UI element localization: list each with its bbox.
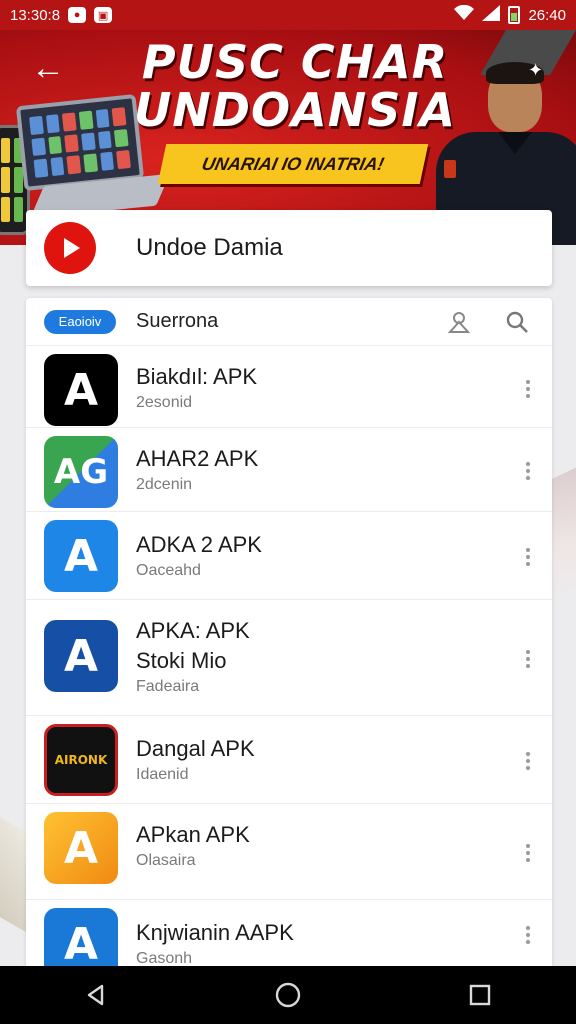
app-list-card: Eaoioiv Suerrona A Biakdıl: APK 2esonid … bbox=[26, 298, 552, 966]
app-row[interactable]: A APkan APK Olasaira bbox=[26, 804, 552, 900]
app-row[interactable]: A Knjwianin AAPK Gasonh bbox=[26, 900, 552, 966]
app-row[interactable]: AIRONK Dangal APK Idaenid bbox=[26, 716, 552, 804]
list-toolbar: Eaoioiv Suerrona bbox=[26, 298, 552, 346]
battery-text: 26:40 bbox=[528, 6, 566, 24]
app-subtitle: Olasaira bbox=[136, 852, 196, 869]
app-row[interactable]: A APKA: APK Stoki Mio Fadeaira bbox=[26, 600, 552, 716]
app-title: Biakdıl: APK bbox=[136, 364, 258, 389]
list-section-label: Suerrona bbox=[136, 310, 219, 332]
more-options-icon[interactable] bbox=[520, 376, 536, 402]
app-icon: AIRONK bbox=[44, 724, 118, 796]
more-options-icon[interactable] bbox=[520, 840, 536, 866]
app-subtitle: Gasonh bbox=[136, 950, 193, 966]
star-icon: ✦ bbox=[528, 60, 544, 80]
app-icon: A bbox=[44, 812, 118, 884]
app-title-line2: Stoki Mio bbox=[136, 648, 227, 673]
more-options-icon[interactable] bbox=[520, 646, 536, 672]
app-title: Knjwianin AAPK bbox=[136, 920, 294, 945]
filter-chip[interactable]: Eaoioiv bbox=[44, 309, 116, 334]
back-nav-icon[interactable] bbox=[76, 975, 116, 1015]
app-row[interactable]: A ADKA 2 APK Oaceahd bbox=[26, 512, 552, 600]
laptop-illustration bbox=[15, 93, 145, 192]
app-title: APkan APK bbox=[136, 822, 250, 847]
search-icon[interactable] bbox=[504, 309, 530, 335]
banner-ribbon: UNARIAI IO INATRIA! bbox=[157, 144, 429, 184]
person-icon[interactable] bbox=[446, 309, 472, 335]
app-icon-glyph: AG bbox=[53, 452, 109, 492]
app-icon: A bbox=[44, 520, 118, 592]
app-icon-glyph: A bbox=[63, 530, 99, 582]
app-row[interactable]: A Biakdıl: APK 2esonid bbox=[26, 346, 552, 428]
back-arrow-icon[interactable]: ← bbox=[30, 50, 66, 86]
more-options-icon[interactable] bbox=[520, 544, 536, 570]
app-subtitle: Fadeaira bbox=[136, 678, 200, 695]
app-row[interactable]: AG AHAR2 APK 2dcenin bbox=[26, 428, 552, 512]
banner-title: PUSC CHAR UNDOANSIA bbox=[130, 38, 460, 134]
app-icon-glyph: A bbox=[63, 918, 99, 967]
app-subtitle: Oaceahd bbox=[136, 562, 201, 579]
battery-icon bbox=[508, 6, 521, 24]
channel-title: Undoe Damia bbox=[136, 234, 283, 261]
app-subtitle: 2dcenin bbox=[136, 476, 193, 493]
app-icon: A bbox=[44, 908, 118, 966]
app-icon: A bbox=[44, 354, 118, 426]
recents-nav-icon[interactable] bbox=[460, 975, 500, 1015]
app-title: APKA: APK bbox=[136, 618, 250, 643]
app-icon-glyph: A bbox=[63, 822, 99, 874]
more-options-icon[interactable] bbox=[520, 922, 536, 948]
banner-title-line2: UNDOANSIA bbox=[133, 83, 457, 137]
more-options-icon[interactable] bbox=[520, 458, 536, 484]
system-nav-bar bbox=[0, 966, 576, 1024]
app-title: Dangal APK bbox=[136, 736, 255, 761]
wifi-icon bbox=[454, 4, 475, 25]
status-time: 13:30:8 bbox=[10, 6, 61, 24]
signal-icon bbox=[482, 5, 501, 25]
app-subtitle: Idaenid bbox=[136, 766, 189, 783]
banner-title-line1: PUSC CHAR bbox=[141, 35, 449, 89]
channel-header: Undoe Damia bbox=[26, 210, 552, 286]
app-title: AHAR2 APK bbox=[136, 446, 259, 471]
app-icon-glyph: A bbox=[63, 630, 99, 682]
app-icon: AG bbox=[44, 436, 118, 508]
app-title: ADKA 2 APK bbox=[136, 532, 262, 557]
filter-chip-label: Eaoioiv bbox=[58, 314, 102, 329]
app-subtitle: 2esonid bbox=[136, 394, 193, 411]
app-icon-glyph: AIRONK bbox=[54, 753, 108, 767]
home-nav-icon[interactable] bbox=[268, 975, 308, 1015]
app-icon-glyph: A bbox=[63, 364, 99, 416]
app-icon: A bbox=[44, 620, 118, 692]
play-logo-icon bbox=[44, 222, 96, 274]
app-notification-icon: ▣ bbox=[94, 7, 113, 23]
more-options-icon[interactable] bbox=[520, 748, 536, 774]
status-bar: 13:30:8 ● ▣ 26:40 bbox=[0, 0, 576, 30]
banner-ribbon-text: UNARIAI IO INATRIA! bbox=[200, 153, 387, 174]
notification-icon: ● bbox=[68, 7, 87, 23]
